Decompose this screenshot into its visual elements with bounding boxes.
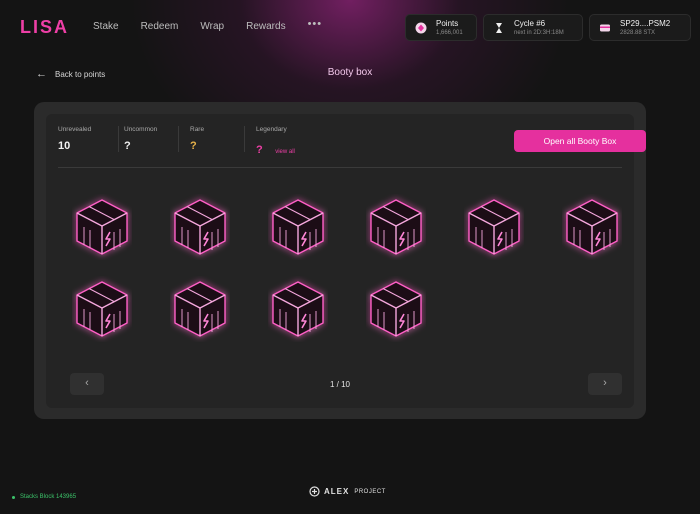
booty-box-icon <box>370 281 422 337</box>
more-menu-icon[interactable]: ••• <box>308 18 323 30</box>
booty-box-icon <box>468 199 520 255</box>
stat-legendary: Legendary ? view all <box>256 126 295 158</box>
stat-rare: Rare ? <box>190 126 204 152</box>
stat-rare-value: ? <box>190 140 197 152</box>
stacks-block-status: Stacks Block 143965 <box>12 494 76 500</box>
page-indicator: 1 / 10 <box>329 380 350 389</box>
status-dot-icon <box>12 495 15 499</box>
booty-box[interactable] <box>366 276 426 342</box>
points-label: Points <box>436 19 459 28</box>
main-nav: Stake Redeem Wrap Rewards ••• <box>93 18 323 33</box>
stat-unrevealed-label: Unrevealed <box>58 126 92 133</box>
booty-box[interactable] <box>268 276 328 342</box>
booty-box[interactable] <box>562 194 622 260</box>
stat-uncommon-label: Uncommon <box>124 126 158 133</box>
booty-box[interactable] <box>366 194 426 260</box>
booty-box[interactable] <box>268 194 328 260</box>
booty-box-inner: Unrevealed 10 Uncommon ? Rare ? Legendar… <box>46 114 646 408</box>
booty-box[interactable] <box>464 194 524 260</box>
cycle-countdown: next in 2D:3H:18M <box>514 30 564 36</box>
points-icon <box>415 22 427 34</box>
booty-box[interactable] <box>170 194 230 260</box>
lisa-logo[interactable]: LISA <box>20 17 69 38</box>
booty-box-icon <box>370 199 422 255</box>
stats-bar: Unrevealed 10 Uncommon ? Rare ? Legendar… <box>58 126 646 168</box>
stat-unrevealed: Unrevealed 10 <box>58 126 91 152</box>
stat-unrevealed-value: 10 <box>58 140 71 152</box>
alex-project-logo[interactable]: ALEX PROJECT <box>309 486 386 497</box>
alex-logo-icon <box>309 486 320 497</box>
booty-box[interactable] <box>72 194 132 260</box>
stat-legendary-value: ? <box>256 144 263 156</box>
points-card[interactable]: Points 1,666,001 <box>405 14 477 41</box>
stat-uncommon: Uncommon ? <box>124 126 157 152</box>
booty-box-icon <box>566 199 618 255</box>
wallet-icon <box>600 24 610 32</box>
divider <box>178 126 179 152</box>
nav-redeem[interactable]: Redeem <box>141 21 179 33</box>
nav-wrap[interactable]: Wrap <box>200 21 224 33</box>
view-all-link[interactable]: view all <box>275 149 295 155</box>
wallet-address: SP29....PSM2 <box>620 19 671 28</box>
page-title: Booty box <box>327 67 373 78</box>
booty-box[interactable] <box>72 276 132 342</box>
header: LISA Stake Redeem Wrap Rewards ••• Point… <box>0 0 700 56</box>
alex-project-label: PROJECT <box>354 488 386 495</box>
alex-brand: ALEX <box>324 487 350 496</box>
stat-rare-label: Rare <box>190 126 205 133</box>
hourglass-icon <box>496 23 502 33</box>
booty-box-panel: Unrevealed 10 Uncommon ? Rare ? Legendar… <box>34 102 646 419</box>
booty-box-icon <box>174 281 226 337</box>
open-all-button[interactable]: Open all Booty Box <box>514 130 646 152</box>
divider <box>118 126 119 152</box>
nav-rewards[interactable]: Rewards <box>246 21 285 33</box>
booty-box-icon <box>76 281 128 337</box>
wallet-card[interactable]: SP29....PSM2 2828.88 STX <box>589 14 691 41</box>
nav-stake[interactable]: Stake <box>93 21 119 33</box>
booty-box-icon <box>272 281 324 337</box>
booty-box-icon <box>174 199 226 255</box>
cycle-card[interactable]: Cycle #6 next in 2D:3H:18M <box>483 14 583 41</box>
next-page-button[interactable]: › <box>588 373 622 395</box>
points-value: 1,666,001 <box>436 30 463 36</box>
stacks-block-label: Stacks Block 143965 <box>20 494 77 500</box>
stat-legendary-label: Legendary <box>256 126 287 133</box>
cycle-label: Cycle #6 <box>514 19 546 28</box>
wallet-balance: 2828.88 STX <box>620 30 656 36</box>
stat-uncommon-value: ? <box>124 140 131 152</box>
booty-box-icon <box>76 199 128 255</box>
booty-box[interactable] <box>170 276 230 342</box>
divider <box>244 126 245 152</box>
booty-box-icon <box>272 199 324 255</box>
